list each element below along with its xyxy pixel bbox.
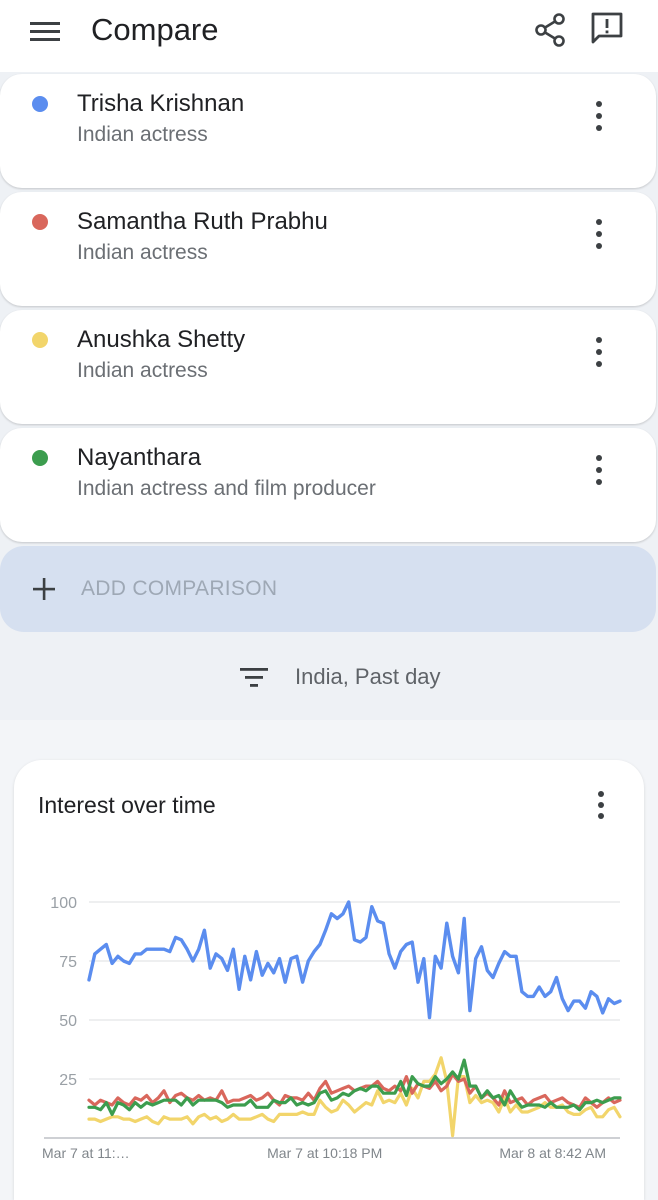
term-card-samantha-ruth-prabhu[interactable]: Samantha Ruth Prabhu Indian actress bbox=[0, 192, 656, 306]
x-tick-label: Mar 8 at 8:42 AM bbox=[499, 1145, 606, 1161]
interest-over-time-card: Interest over time 100 75 50 25 Mar 7 at 11:… bbox=[14, 760, 644, 1200]
series-color-dot bbox=[32, 96, 48, 112]
share-icon[interactable] bbox=[530, 10, 570, 50]
y-tick-label: 100 bbox=[50, 895, 77, 912]
y-tick-label: 75 bbox=[59, 954, 77, 971]
x-tick-label: Mar 7 at 10:18 PM bbox=[267, 1145, 382, 1161]
more-vert-icon[interactable] bbox=[586, 94, 612, 138]
page-title: Compare bbox=[91, 12, 219, 47]
term-description: Indian actress bbox=[77, 241, 208, 264]
term-card-anushka-shetty[interactable]: Anushka Shetty Indian actress bbox=[0, 310, 656, 424]
term-description: Indian actress bbox=[77, 359, 208, 382]
feedback-icon[interactable] bbox=[586, 8, 628, 50]
more-vert-icon[interactable] bbox=[586, 330, 612, 374]
series-color-dot bbox=[32, 214, 48, 230]
term-name: Anushka Shetty bbox=[77, 326, 246, 353]
filter-icon bbox=[240, 668, 268, 687]
add-comparison-button[interactable]: ADD COMPARISON bbox=[0, 546, 656, 632]
plus-icon bbox=[33, 578, 55, 600]
y-tick-label: 25 bbox=[59, 1072, 77, 1089]
term-description: Indian actress and film producer bbox=[77, 477, 376, 500]
term-description: Indian actress bbox=[77, 123, 208, 146]
series-color-dot bbox=[32, 332, 48, 348]
term-card-trisha-krishnan[interactable]: Trisha Krishnan Indian actress bbox=[0, 74, 656, 188]
more-vert-icon[interactable] bbox=[586, 212, 612, 256]
term-name: Samantha Ruth Prabhu bbox=[77, 208, 328, 235]
app-bar: Compare bbox=[0, 0, 658, 72]
series-color-dot bbox=[32, 450, 48, 466]
line-chart[interactable]: 100 75 50 25 Mar 7 at 11:… Mar 7 at 10:18 PM M… bbox=[14, 760, 644, 1200]
series-line-trisha-krishnan bbox=[87, 900, 622, 1020]
add-comparison-label: ADD COMPARISON bbox=[81, 577, 278, 600]
term-card-nayanthara[interactable]: Nayanthara Indian actress and film produ… bbox=[0, 428, 656, 542]
filter-row[interactable]: India, Past day bbox=[0, 648, 658, 706]
y-tick-label: 50 bbox=[59, 1013, 77, 1030]
more-vert-icon[interactable] bbox=[586, 448, 612, 492]
term-name: Nayanthara bbox=[77, 444, 202, 471]
x-tick-label: Mar 7 at 11:… bbox=[42, 1145, 130, 1161]
menu-icon[interactable] bbox=[26, 16, 66, 48]
term-name: Trisha Krishnan bbox=[77, 90, 245, 117]
series-line-nayanthara bbox=[87, 1058, 622, 1116]
filter-label: India, Past day bbox=[295, 664, 441, 689]
